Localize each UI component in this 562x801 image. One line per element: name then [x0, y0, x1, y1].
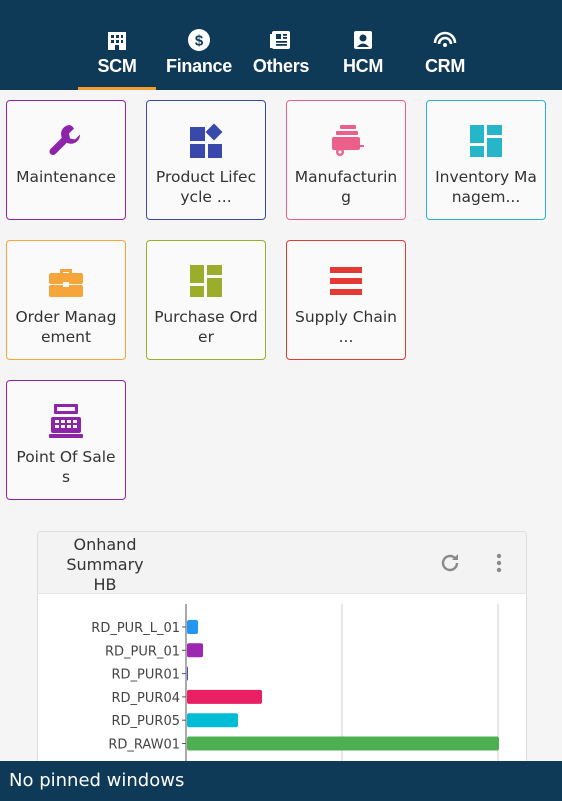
- tab-label: SCM: [97, 56, 137, 76]
- tile-label: Inventory Managem...: [435, 168, 537, 206]
- tab-label: Finance: [166, 56, 232, 76]
- tile-inventory-management[interactable]: Inventory Managem...: [426, 100, 546, 220]
- y-tick-label: RD_RAW01: [108, 738, 180, 753]
- tile-purchase-order[interactable]: Purchase Order: [146, 240, 266, 360]
- tile-maintenance[interactable]: Maintenance: [6, 100, 126, 220]
- tile-label: Product Lifecycle ...: [155, 168, 257, 206]
- briefcase-icon: [46, 261, 86, 301]
- bar-rd-pur05[interactable]: [187, 713, 238, 728]
- y-tick-label: RD_PUR_L_01: [91, 621, 180, 636]
- shapes-icon: [186, 121, 226, 161]
- chart-panel-title: Onhand Summary HB: [66, 535, 144, 594]
- tab-label: HCM: [342, 56, 384, 76]
- chart-panel: Onhand Summary HB RD_PUR_L_01 RD_PUR_01 RD…: [37, 531, 527, 773]
- bar-rd-pur-01[interactable]: [187, 643, 203, 658]
- bar-rd-pur01[interactable]: [187, 666, 188, 681]
- y-tick-label: RD_PUR04: [112, 691, 180, 706]
- tile-product-lifecycle[interactable]: Product Lifecycle ...: [146, 100, 266, 220]
- tile-label: Supply Chain ...: [294, 308, 398, 346]
- tab-finance[interactable]: $ Finance: [160, 0, 238, 90]
- newspaper-icon: [269, 28, 293, 52]
- chart-panel-header: Onhand Summary HB: [38, 532, 526, 594]
- bar-rd-pur04[interactable]: [187, 689, 262, 704]
- tab-crm[interactable]: CRM: [406, 0, 484, 90]
- grid-icon: [186, 261, 226, 301]
- bar-chart: RD_PUR_L_01 RD_PUR_01 RD_PUR01 RD_PUR04 RD_P…: [91, 604, 499, 772]
- y-tick-label: RD_PUR_01: [105, 644, 180, 659]
- contact-card-icon: [351, 28, 375, 52]
- tile-label: Manufacturing: [294, 168, 398, 206]
- tile-supply-chain[interactable]: Supply Chain ...: [286, 240, 406, 360]
- tab-label: CRM: [424, 56, 466, 76]
- dashboard-icon: [466, 121, 506, 161]
- tile-manufacturing[interactable]: Manufacturing: [286, 100, 406, 220]
- footer-text: No pinned windows: [9, 770, 185, 791]
- y-tick-label: RD_PUR01: [112, 668, 180, 683]
- tab-label: Others: [252, 56, 310, 76]
- tab-others[interactable]: Others: [242, 0, 320, 90]
- tab-scm[interactable]: SCM: [78, 0, 156, 90]
- svg-text:$: $: [195, 33, 204, 50]
- building-icon: [105, 28, 129, 52]
- tab-hcm[interactable]: HCM: [324, 0, 402, 90]
- dollar-icon: $: [187, 28, 211, 52]
- tile-label: Point Of Sales: [16, 448, 116, 486]
- tile-label: Maintenance: [16, 168, 116, 186]
- tile-label: Order Management: [15, 308, 117, 346]
- tile-label: Purchase Order: [154, 308, 258, 346]
- tile-order-management[interactable]: Order Management: [6, 240, 126, 360]
- y-tick-label: RD_PUR05: [112, 714, 180, 729]
- wrench-icon: [46, 121, 86, 161]
- refresh-icon[interactable]: [438, 551, 462, 575]
- bar-rd-raw01[interactable]: [187, 736, 499, 751]
- signal-arc-icon: [433, 28, 457, 52]
- top-nav: SCM $ Finance Others HCM CRM: [0, 0, 562, 90]
- bars-icon: [326, 261, 366, 301]
- tile-point-of-sales[interactable]: Point Of Sales: [6, 380, 126, 500]
- kebab-menu-icon[interactable]: [490, 551, 508, 575]
- cash-register-icon: [46, 401, 86, 441]
- bar-rd-pur-l-01[interactable]: [187, 620, 198, 634]
- pinned-windows-bar: No pinned windows: [0, 761, 562, 801]
- trailer-icon: [326, 121, 366, 161]
